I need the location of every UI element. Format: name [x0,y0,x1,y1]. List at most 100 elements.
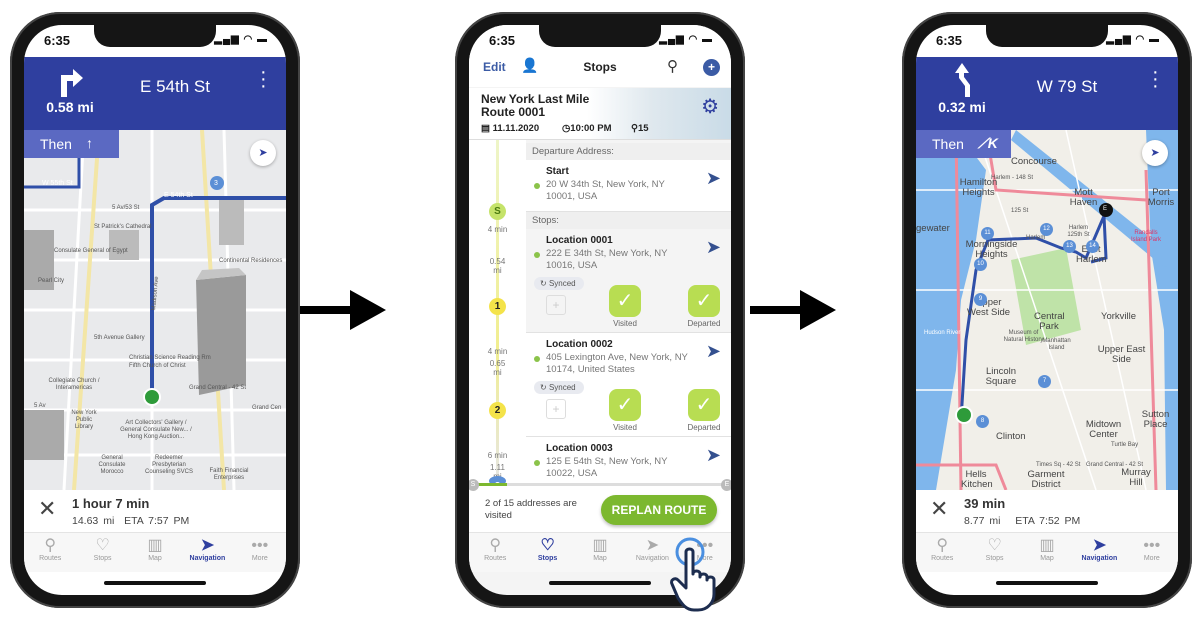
travel-time: 4 min [487,225,508,234]
tab-more[interactable]: ••• More [1126,533,1178,572]
stop-marker[interactable]: 3 [214,180,218,187]
more-options-icon[interactable]: · · · [260,62,267,96]
stop-address: 20 W 34th St, New York, NY 10001, USA [546,179,665,202]
start-card[interactable]: Start 20 W 34th St, New York, NY 10001, … [526,160,731,212]
departed-checkbox[interactable]: ✓ [688,389,720,421]
scrub-start[interactable]: S [469,479,479,491]
stop-marker[interactable]: 12 [1040,223,1053,236]
signal-wifi-battery-icon: ▂▄▆ ◠ ▬ [659,34,713,45]
stop-marker[interactable]: 10 [974,258,987,271]
map-label: Yorkville [1101,311,1137,322]
tab-more[interactable]: ••• More [234,533,286,572]
stop-marker[interactable]: 8 [976,415,989,428]
navigate-icon[interactable]: ➤ [706,445,721,466]
tab-map[interactable]: ▥ Map [1021,533,1073,572]
map[interactable]: Concourse Hamilton Heights gewater Mott … [916,130,1178,490]
tab-stops[interactable]: ♡ Stops [76,533,128,572]
route-progress-bar: S E 2 of 15 addresses are visited REPLAN… [469,479,731,532]
travel-distance: 0.54 mi [489,257,506,275]
navigation-header: 0.32 mi W 79 St · · · [916,57,1178,130]
replan-route-button[interactable]: REPLAN ROUTE [601,495,717,525]
stop-card[interactable]: Location 0002 405 Lexington Ave, New Yor… [526,333,731,437]
street-name: E 54th St [140,77,210,96]
tab-routes[interactable]: ⚲ Routes [24,533,76,572]
stop-badge: 2 [489,402,506,419]
recenter-button[interactable]: ➤ [250,140,276,166]
stop-address: 222 E 34th St, New York, NY 10016, USA [546,248,668,271]
status-dot [534,460,540,466]
tab-label: Map [148,555,162,562]
add-stop-icon[interactable]: + [703,59,720,76]
tab-map[interactable]: ▥ Map [129,533,181,572]
route-settings-icon[interactable]: ⚙ [701,94,719,119]
map-icon: ▥ [147,537,163,554]
scrub-end[interactable]: E [721,479,731,491]
map-label: 125 St [1011,208,1029,214]
stop-marker[interactable]: 11 [981,227,994,240]
sync-status: ↻ Synced [534,381,584,394]
map-label: 5th Avenue Gallery [94,335,145,341]
assign-driver-icon[interactable]: 👤 [521,57,538,74]
slight-left-icon [955,63,970,97]
map-label: Morningside Heights [965,239,1018,260]
tab-stops[interactable]: ♡ Stops [968,533,1020,572]
tab-label: Stops [93,555,112,562]
stops-icon: ♡ [540,537,555,554]
navigate-icon[interactable]: ➤ [706,168,721,189]
tab-stops[interactable]: ♡ Stops [521,533,573,572]
tab-bar: ⚲ Routes ♡ Stops ▥ Map ➤ Navigation ••• More [24,532,286,572]
navigate-icon[interactable]: ➤ [706,341,721,362]
visited-label: Visited [613,319,637,328]
navigate-icon[interactable]: ➤ [706,237,721,258]
more-options-icon[interactable]: · · · [1152,62,1159,96]
stop-card[interactable]: Location 0003 125 E 54th St, New York, N… [526,437,731,485]
map[interactable]: W 55th St E 54th St 5 Av/53 St St Patric… [24,130,286,490]
map-icon: ▥ [1039,537,1055,554]
add-note-icon[interactable]: + [546,295,566,315]
tab-label: Routes [484,555,507,562]
tab-map[interactable]: ▥ Map [574,533,626,572]
route-card[interactable]: New York Last Mile Route 0001 ▤ 11.11.20… [469,88,731,140]
tap-hand-cursor-icon [670,537,716,612]
calendar-icon: ▤ [481,123,493,134]
trip-duration: 1 hour 7 min [72,496,150,511]
route-end-marker[interactable]: E [1103,206,1107,213]
visited-checkbox[interactable]: ✓ [609,285,641,317]
stop-badge: 1 [489,298,506,315]
add-note-icon[interactable]: + [546,399,566,419]
map-label: Mott Haven [1069,187,1098,208]
stop-name: Location 0001 [546,235,613,246]
stop-marker[interactable]: 9 [974,293,987,306]
search-icon[interactable]: ⚲ [667,57,678,75]
home-indicator [549,581,651,585]
tab-label: Navigation [635,555,669,562]
then-label: Then [40,136,72,152]
trip-distance: 8.77 mi [964,515,1001,527]
stop-marker[interactable]: 14 [1086,240,1099,253]
stop-marker[interactable]: 7 [1038,375,1051,388]
screen: 6:35 ▂▄▆ ◠ ▬ Edit 👤 Stops ⚲ + New York L… [469,25,731,595]
map-label: Harlem [1026,235,1046,241]
map-label: Harlem 125th St [1067,225,1090,238]
edit-button[interactable]: Edit [483,60,506,74]
routes-icon: ⚲ [936,537,949,554]
close-navigation-icon[interactable]: ✕ [38,498,56,520]
stop-marker[interactable]: 13 [1063,240,1076,253]
tab-routes[interactable]: ⚲ Routes [916,533,968,572]
tab-navigation[interactable]: ➤ Navigation [181,533,233,572]
map-label: Upper West Side [966,297,1011,318]
map-label: 5 Av/53 St [112,205,140,211]
stop-card[interactable]: Location 0001 222 E 34th St, New York, N… [526,229,731,333]
map-label: Garment District [1027,469,1065,490]
tab-routes[interactable]: ⚲ Routes [469,533,521,572]
signal-wifi-battery-icon: ▂▄▆ ◠ ▬ [214,34,268,45]
departed-checkbox[interactable]: ✓ [688,285,720,317]
recenter-button[interactable]: ➤ [1142,140,1168,166]
visited-checkbox[interactable]: ✓ [609,389,641,421]
stop-address: 125 E 54th St, New York, NY 10022, USA [546,456,668,479]
route-name: New York Last Mile Route 0001 [481,92,590,119]
tab-navigation[interactable]: ➤ Navigation [1073,533,1125,572]
map-label: E 54th St [164,192,193,199]
tab-label: Stops [985,555,1004,562]
close-navigation-icon[interactable]: ✕ [930,498,948,520]
